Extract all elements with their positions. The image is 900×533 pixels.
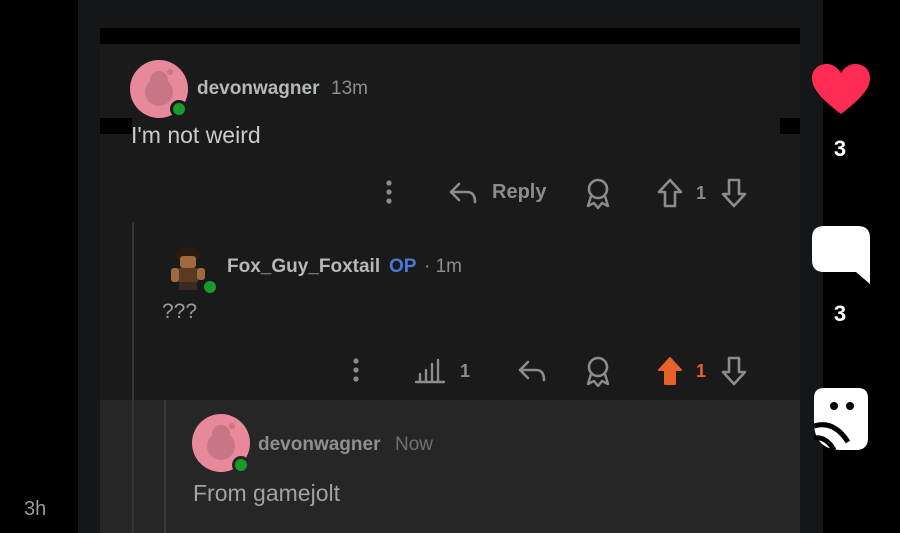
reply-button[interactable]: Reply xyxy=(492,181,546,204)
comment-username[interactable]: Fox_Guy_Foxtail xyxy=(227,256,380,278)
thread-line xyxy=(132,222,134,533)
online-status-dot xyxy=(232,456,250,474)
award-icon[interactable] xyxy=(583,176,613,210)
comment-timestamp: · 1m xyxy=(424,256,462,277)
comment-body: ??? xyxy=(162,300,198,323)
reply-icon[interactable] xyxy=(447,178,479,208)
panel-notch-left xyxy=(100,118,132,134)
op-badge: OP xyxy=(389,256,417,277)
panel-notch-right xyxy=(780,118,800,134)
online-status-dot xyxy=(170,100,188,118)
upvote-filled-icon[interactable] xyxy=(655,354,685,388)
vote-count: 1 xyxy=(696,361,707,381)
vote-count: 1 xyxy=(696,183,707,203)
online-status-dot xyxy=(201,278,219,296)
comment-timestamp: 13m xyxy=(331,78,368,99)
comment-bubble-icon[interactable] xyxy=(810,224,872,286)
comment-body: From gamejolt xyxy=(193,480,340,506)
award-icon[interactable] xyxy=(583,354,613,388)
avatar[interactable] xyxy=(192,414,250,474)
avatar[interactable] xyxy=(130,60,188,118)
like-heart-icon[interactable] xyxy=(810,62,872,118)
downvote-icon[interactable] xyxy=(719,354,749,388)
share-sticker-icon[interactable] xyxy=(812,386,870,452)
comment-body: I'm not weird xyxy=(131,122,261,148)
stats-count: 1 xyxy=(460,361,471,381)
comment-timestamp: Now xyxy=(395,434,434,455)
comment-count: 3 xyxy=(833,301,847,326)
like-count: 3 xyxy=(833,136,847,161)
comment-username[interactable]: devonwagner xyxy=(258,434,380,456)
stats-icon[interactable] xyxy=(414,356,446,386)
reply-icon[interactable] xyxy=(516,356,548,386)
more-options-icon[interactable] xyxy=(347,356,365,386)
thread-line-nested xyxy=(164,400,166,533)
frame-top-bar xyxy=(100,28,800,44)
downvote-icon[interactable] xyxy=(719,176,749,210)
upvote-icon[interactable] xyxy=(655,176,685,210)
more-options-icon[interactable] xyxy=(380,178,398,208)
post-age: 3h xyxy=(24,498,47,520)
avatar[interactable] xyxy=(163,242,219,296)
comment-username[interactable]: devonwagner xyxy=(197,78,319,100)
